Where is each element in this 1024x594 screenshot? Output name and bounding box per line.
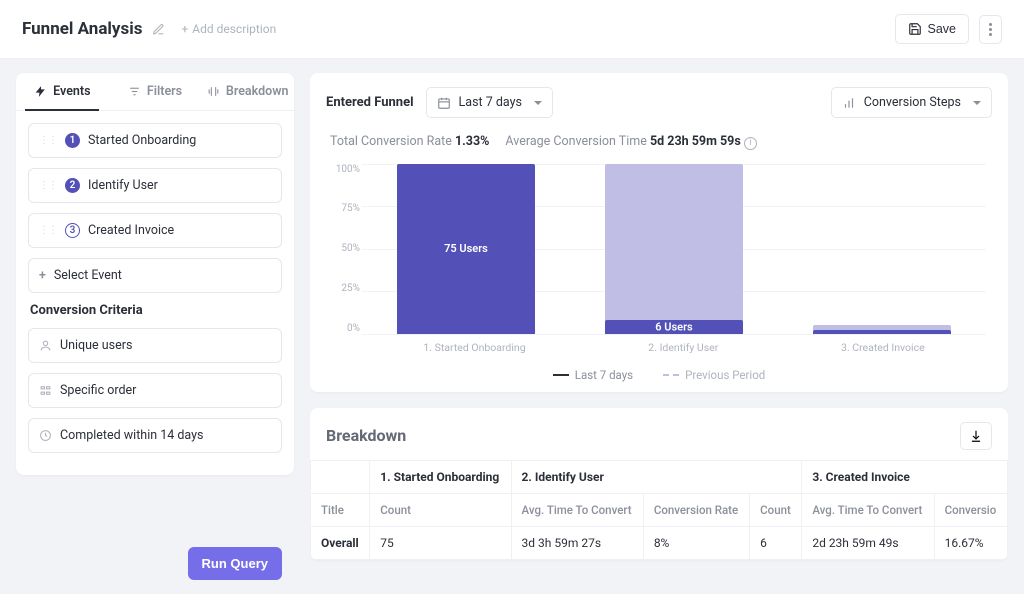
table-group-header: 2. Identify User <box>511 460 802 493</box>
bar-value-label: 75 Users <box>444 242 488 255</box>
drag-handle-icon[interactable]: ⋮⋮ <box>39 135 57 146</box>
table-group-header <box>311 460 370 493</box>
legend-current: Last 7 days <box>553 368 633 382</box>
bar-current: 75 Users <box>397 164 534 334</box>
tab-filters[interactable]: Filters <box>109 73 202 110</box>
drag-handle-icon[interactable]: ⋮⋮ <box>39 225 57 236</box>
bar-current: 6 Users <box>605 320 742 334</box>
download-icon <box>969 429 983 443</box>
funnel-chart: 100% 75% 50% 25% 0% 75 Users6 Users 1. S… <box>362 164 986 354</box>
table-column-header: Count <box>370 493 511 526</box>
event-step-1[interactable]: ⋮⋮ 1 Started Onboarding <box>28 123 282 158</box>
more-menu-button[interactable] <box>979 15 1002 44</box>
save-button[interactable]: Save <box>895 14 970 44</box>
clock-icon <box>39 429 52 442</box>
conversion-time-stat: Average Conversion Time 5d 23h 59m 59s i <box>505 134 757 150</box>
step-number-badge: 2 <box>65 178 80 193</box>
criteria-unique-users[interactable]: Unique users <box>28 328 282 363</box>
table-column-header: Title <box>311 493 370 526</box>
event-label: Started Onboarding <box>88 133 196 148</box>
info-icon[interactable]: i <box>744 137 757 150</box>
bar-chart-icon <box>842 96 856 110</box>
conversion-criteria-heading: Conversion Criteria <box>30 303 280 318</box>
table-cell: 2d 23h 59m 49s <box>802 526 934 559</box>
bar-current <box>813 330 950 333</box>
table-cell: 8% <box>643 526 749 559</box>
breakdown-heading: Breakdown <box>326 426 406 445</box>
table-cell: 3d 3h 59m 27s <box>511 526 643 559</box>
filter-icon <box>128 85 141 98</box>
x-axis-label: 1. Started Onboarding <box>423 341 525 354</box>
criteria-completed-within[interactable]: Completed within 14 days <box>28 418 282 453</box>
row-title: Overall <box>311 526 370 559</box>
table-cell: 75 <box>370 526 511 559</box>
table-cell: 16.67% <box>934 526 1007 559</box>
bar-value-label: 6 Users <box>655 320 692 333</box>
chart-view-select[interactable]: Conversion Steps <box>831 87 992 118</box>
step-number-badge: 1 <box>65 133 80 148</box>
table-column-header: Count <box>750 493 802 526</box>
date-range-select[interactable]: Last 7 days <box>426 87 553 118</box>
table-group-header: 1. Started Onboarding <box>370 460 511 493</box>
bar-group: 6 Users <box>605 164 742 334</box>
table-cell: 6 <box>750 526 802 559</box>
bar-group <box>813 164 950 334</box>
x-axis-label: 3. Created Invoice <box>841 341 925 354</box>
event-step-3[interactable]: ⋮⋮ 3 Created Invoice <box>28 213 282 248</box>
table-group-header: 3. Created Invoice <box>802 460 1008 493</box>
order-icon <box>39 384 52 397</box>
edit-title-icon[interactable] <box>152 23 165 36</box>
calendar-icon <box>437 96 451 110</box>
drag-handle-icon[interactable]: ⋮⋮ <box>39 180 57 191</box>
download-button[interactable] <box>960 422 992 450</box>
bar-group: 75 Users <box>397 164 534 334</box>
breakdown-icon <box>207 85 220 98</box>
dots-vertical-icon <box>989 23 992 36</box>
step-number-badge: 3 <box>65 223 80 238</box>
legend-previous: Previous Period <box>663 368 765 382</box>
plus-icon: + <box>181 22 188 36</box>
chevron-down-icon <box>534 101 542 109</box>
select-event-button[interactable]: + Select Event <box>28 258 282 293</box>
breakdown-table: 1. Started Onboarding2. Identify User3. … <box>310 460 1008 560</box>
save-icon <box>908 22 922 36</box>
event-label: Identify User <box>88 178 158 193</box>
table-row: Overall753d 3h 59m 27s8%62d 23h 59m 49s1… <box>311 526 1008 559</box>
y-axis: 100% 75% 50% 25% 0% <box>326 164 360 334</box>
tab-breakdown[interactable]: Breakdown <box>201 73 294 110</box>
table-column-header: Conversio <box>934 493 1007 526</box>
entered-funnel-label: Entered Funnel <box>326 95 414 110</box>
event-step-2[interactable]: ⋮⋮ 2 Identify User <box>28 168 282 203</box>
run-query-button[interactable]: Run Query <box>188 547 282 580</box>
event-label: Created Invoice <box>88 223 174 238</box>
user-icon <box>39 339 52 352</box>
table-column-header: Avg. Time To Convert <box>802 493 934 526</box>
page-title: Funnel Analysis <box>22 19 142 39</box>
add-description-button[interactable]: + Add description <box>181 22 276 36</box>
lightning-icon <box>34 85 47 98</box>
criteria-specific-order[interactable]: Specific order <box>28 373 282 408</box>
table-column-header: Conversion Rate <box>643 493 749 526</box>
tab-events[interactable]: Events <box>16 73 109 110</box>
chevron-down-icon <box>973 101 981 109</box>
x-axis: 1. Started Onboarding 2. Identify User 3. … <box>362 341 986 354</box>
conversion-rate-stat: Total Conversion Rate 1.33% <box>330 134 489 149</box>
table-column-header: Avg. Time To Convert <box>511 493 643 526</box>
plus-icon: + <box>39 268 46 283</box>
bar-previous <box>605 164 742 334</box>
x-axis-label: 2. Identify User <box>648 341 718 354</box>
